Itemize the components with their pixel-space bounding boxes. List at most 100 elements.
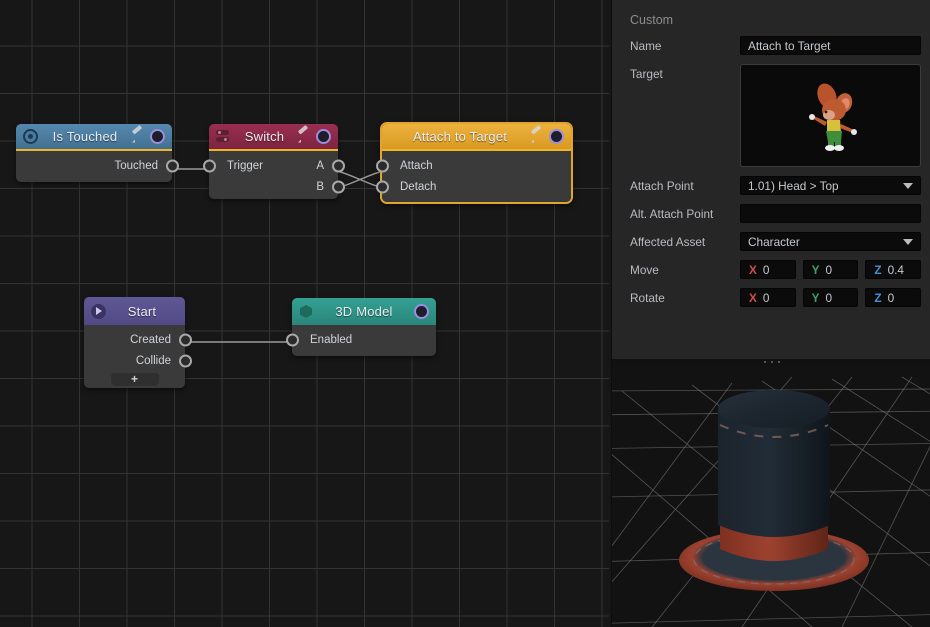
axis-label-x: X [749,262,757,277]
cube-icon [299,304,314,319]
node-3d-model[interactable]: 3D Model Enabled [285,298,436,356]
move-vector-fields: X 0 Y 0 Z 0.4 [740,260,922,279]
rotate-x-input[interactable]: X 0 [740,288,796,307]
rotate-x-value: 0 [762,290,770,305]
rotate-z-value: 0 [887,290,895,305]
output-socket-touched[interactable] [165,159,179,172]
node-header[interactable]: Is Touched [16,124,172,151]
rotate-vector-fields: X 0 Y 0 Z 0 [740,288,922,307]
property-label: Affected Asset [630,235,706,249]
move-z-input[interactable]: Z 0.4 [865,260,922,279]
name-input[interactable]: Attach to Target [740,36,921,55]
app-root: Is Touched Touched Switch Trigger A B At… [0,0,930,627]
target-thumbnail[interactable] [740,64,921,167]
node-start[interactable]: Start Created Collide + [84,297,192,388]
affected-asset-select[interactable]: Character [740,232,921,251]
socket-label: Collide [135,354,171,367]
input-socket-enabled[interactable] [285,333,299,346]
socket-label: B [316,180,324,193]
property-row-alt-attach-point: Alt. Attach Point [612,204,930,223]
node-graph-canvas[interactable]: Is Touched Touched Switch Trigger A B At… [0,0,609,627]
move-z-value: 0.4 [887,262,904,277]
property-label: Name [630,39,662,53]
node-status-icon[interactable] [549,129,564,144]
property-row-target: Target [612,64,930,167]
node-body: Trigger A B [202,151,345,199]
node-status-icon[interactable] [150,129,165,144]
edit-pencil-icon[interactable] [531,130,544,143]
node-body: Created Collide + [84,325,192,388]
node-status-icon[interactable] [316,129,331,144]
socket-label: Enabled [310,333,353,346]
add-output-button[interactable]: + [110,373,159,386]
properties-panel: Custom Name Attach to Target Target Atta… [611,0,930,359]
node-attach-to-target[interactable]: Attach to Target Attach Detach [375,122,573,204]
character-thumbnail-icon [808,82,857,151]
node-header[interactable]: Start [84,297,185,325]
property-row-rotate: Rotate X 0 Y 0 Z 0 [612,288,930,307]
node-body: Attach Detach [375,151,571,202]
move-x-value: 0 [762,262,770,277]
affected-asset-value: Character [748,234,800,249]
toggle-switch-icon [216,129,231,144]
node-is-touched[interactable]: Is Touched Touched [16,124,179,182]
socket-label: A [316,159,324,172]
input-socket-detach[interactable] [375,180,389,193]
property-label: Alt. Attach Point [630,207,714,221]
input-socket-attach[interactable] [375,159,389,172]
axis-label-y: Y [811,290,820,305]
property-label: Target [630,67,663,81]
node-switch[interactable]: Switch Trigger A B [202,124,345,199]
socket-label: Touched [114,159,158,172]
panel-resize-handle[interactable] [612,359,930,365]
edit-pencil-icon[interactable] [298,130,311,143]
output-socket-a[interactable] [331,159,345,172]
axis-label-z: Z [874,262,882,277]
node-input-row[interactable]: Detach [375,176,571,197]
alt-attach-point-input[interactable] [740,204,921,223]
node-output-row[interactable]: B [195,176,345,197]
node-output-row[interactable]: Touched [16,155,179,176]
panel-section-title: Custom [630,13,674,27]
node-title: Attach to Target [412,129,508,144]
node-header[interactable]: Switch [209,124,338,151]
node-title: Switch [244,129,285,144]
chevron-down-icon [903,238,913,245]
move-y-value: 0 [825,262,833,277]
attach-point-value: 1.01) Head > Top [748,178,839,193]
node-header[interactable]: Attach to Target [382,124,571,151]
property-label: Move [630,263,659,277]
node-output-row[interactable]: Created [84,329,192,350]
node-output-row[interactable]: Collide [84,350,192,371]
node-status-icon[interactable] [414,304,429,319]
output-socket-created[interactable] [178,333,192,346]
viewport-scene [612,363,930,627]
axis-label-z: Z [874,290,882,305]
node-header[interactable]: 3D Model [292,298,436,325]
node-body: Touched [16,151,179,182]
rotate-z-input[interactable]: Z 0 [865,288,922,307]
property-row-move: Move X 0 Y 0 Z 0.4 [612,260,930,279]
play-icon [91,303,106,319]
move-y-input[interactable]: Y 0 [802,260,859,279]
socket-label: Attach [400,159,433,172]
move-x-input[interactable]: X 0 [740,260,796,279]
socket-label: Created [130,333,171,346]
attach-point-select[interactable]: 1.01) Head > Top [740,176,921,195]
output-socket-collide[interactable] [178,354,192,367]
rotate-y-input[interactable]: Y 0 [802,288,859,307]
axis-label-x: X [749,290,757,305]
rotate-y-value: 0 [825,290,833,305]
edit-pencil-icon[interactable] [132,130,145,143]
output-socket-b[interactable] [331,180,345,193]
socket-label: Detach [400,180,437,193]
node-input-row[interactable]: Enabled [285,329,436,350]
node-input-row[interactable]: Attach [375,155,571,176]
property-row-name: Name Attach to Target [612,36,930,55]
property-label: Attach Point [630,179,694,193]
property-row-attach-point: Attach Point 1.01) Head > Top [612,176,930,195]
node-output-row[interactable]: A [195,155,345,176]
property-row-affected-asset: Affected Asset Character [612,232,930,251]
3d-preview-viewport[interactable] [611,359,930,627]
node-title: Start [127,303,157,319]
